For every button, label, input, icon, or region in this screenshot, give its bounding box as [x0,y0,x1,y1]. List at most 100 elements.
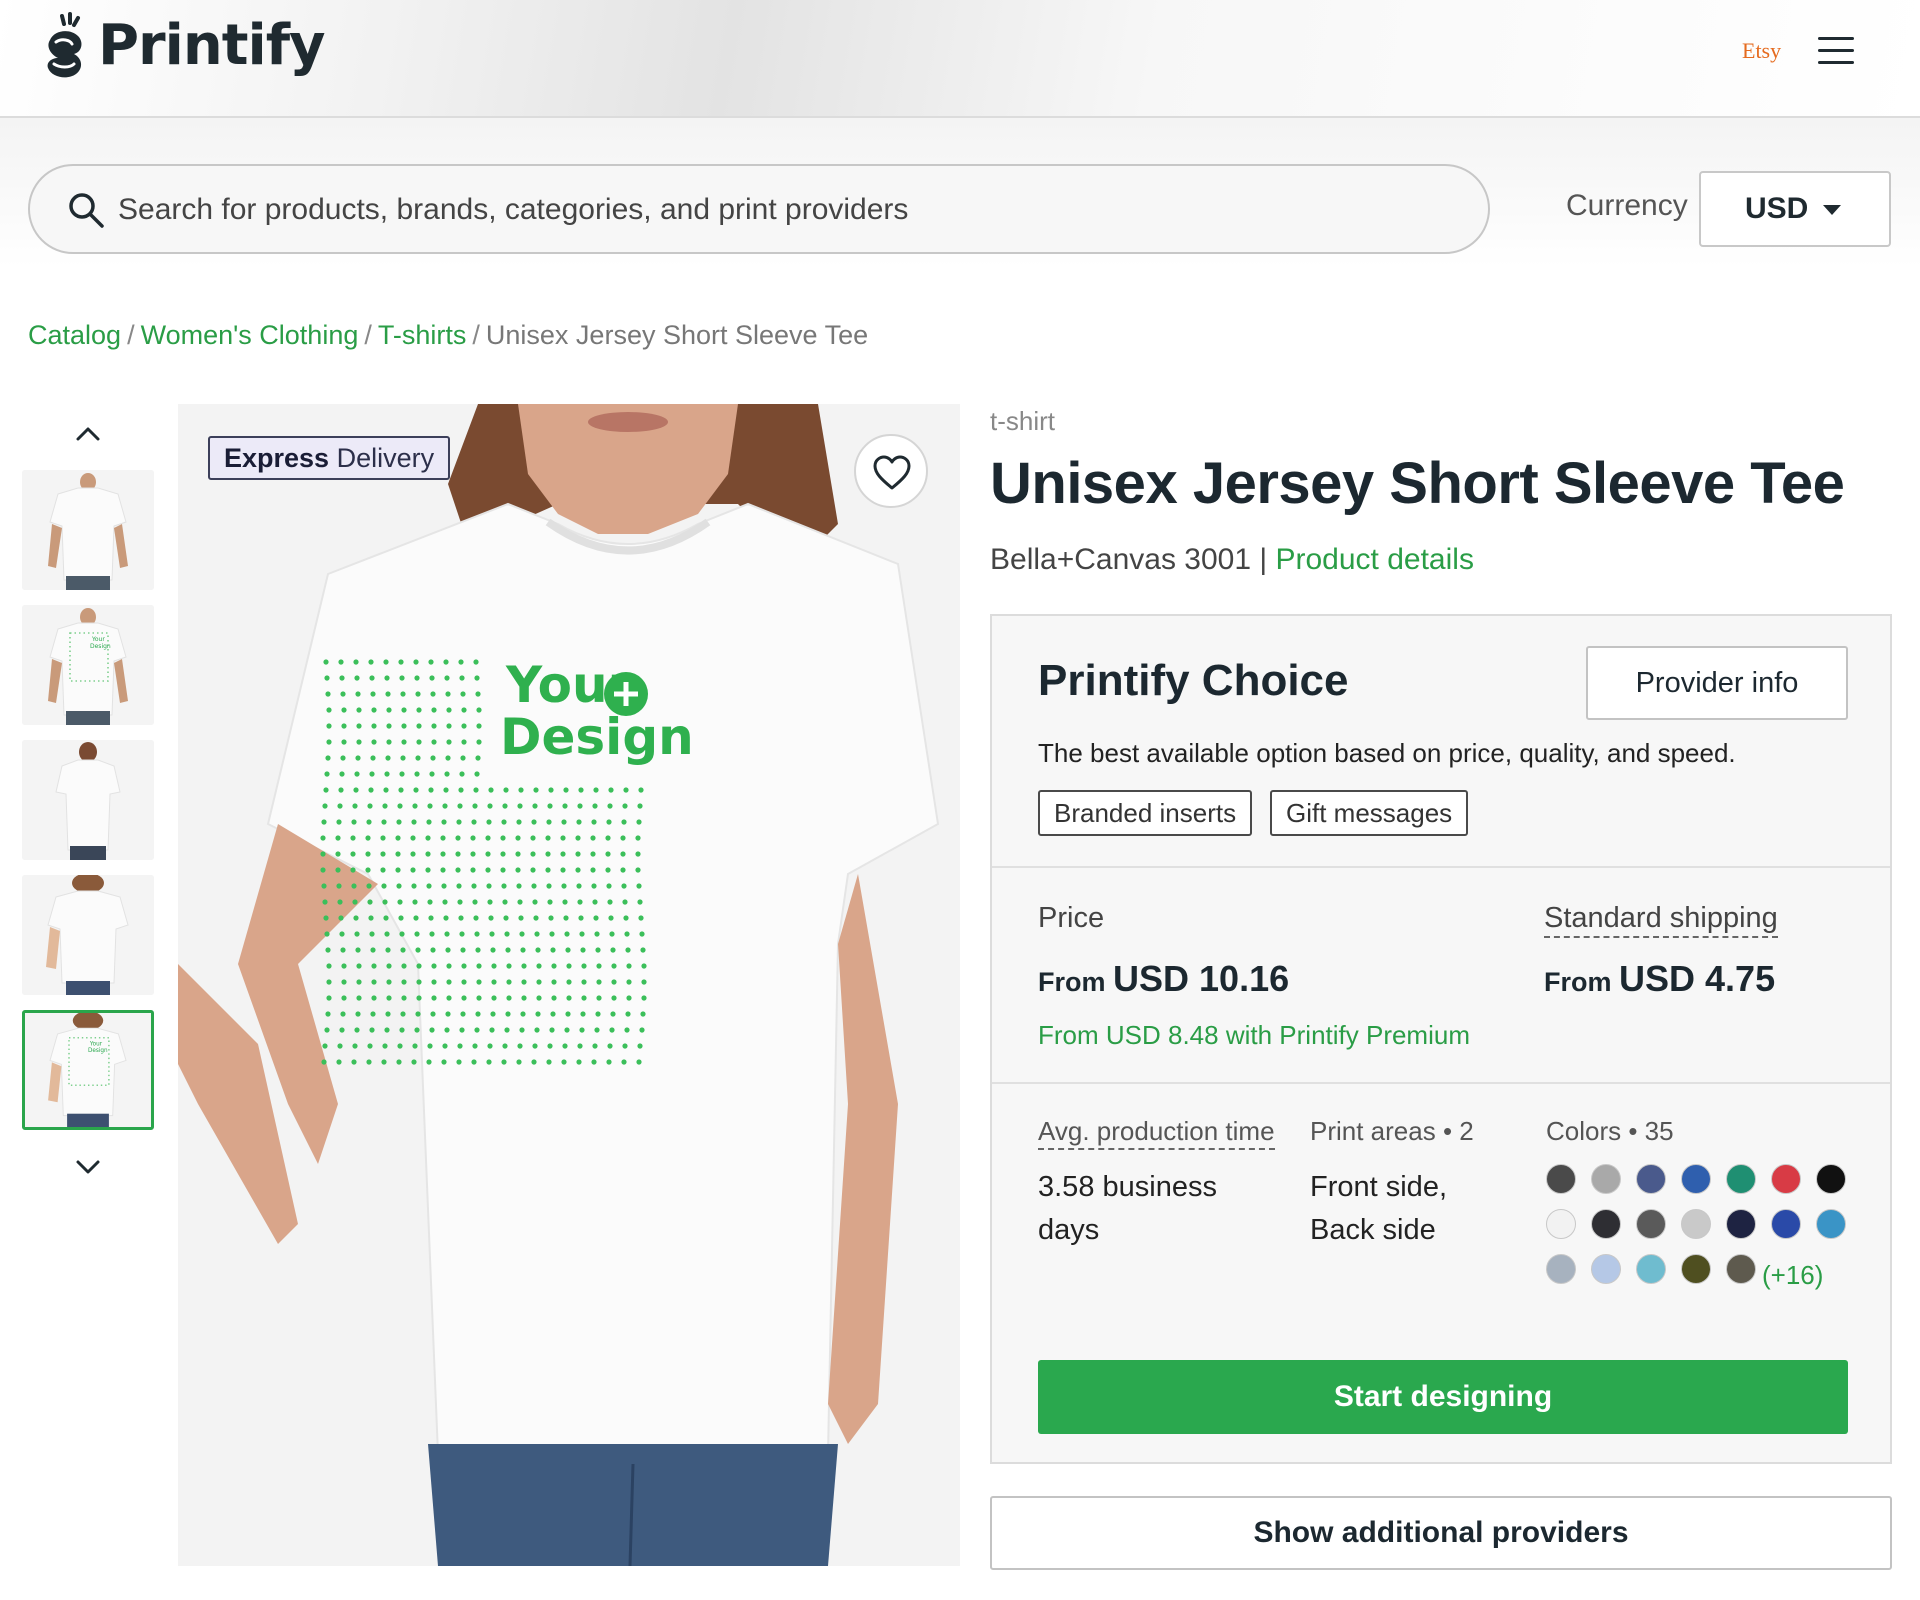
design-dot [547,899,553,905]
shipping-label[interactable]: Standard shipping [1544,902,1778,938]
thumbnail-side-model[interactable] [22,875,154,995]
color-swatch[interactable] [1546,1254,1576,1284]
design-dot [546,1059,552,1065]
design-dot [476,963,482,969]
price-value: From USD 10.16 [1038,958,1289,1000]
design-dot [429,771,435,777]
color-swatch[interactable] [1636,1164,1666,1194]
design-dot [399,675,405,681]
color-swatch[interactable] [1726,1254,1756,1284]
color-swatch[interactable] [1726,1209,1756,1239]
heart-icon [873,455,911,490]
color-swatch[interactable] [1546,1209,1576,1239]
color-swatch[interactable] [1636,1254,1666,1284]
design-dot [459,1027,465,1033]
design-dot [608,915,614,921]
design-dot [383,787,389,793]
premium-price-link[interactable]: From USD 8.48 with Printify Premium [1038,1020,1470,1051]
color-swatch[interactable] [1636,1209,1666,1239]
design-dot [398,915,404,921]
color-swatch[interactable] [1681,1209,1711,1239]
design-dot [385,1011,391,1017]
design-dot [355,755,361,761]
design-dot [354,931,360,937]
design-dot [636,883,642,889]
design-dot [458,787,464,793]
color-swatch[interactable] [1771,1164,1801,1194]
thumbnail-image [22,875,154,995]
hamburger-menu-icon[interactable] [1818,37,1856,65]
design-dot [399,931,405,937]
model-tshirt-illustration: Your Design [178,404,960,1566]
color-swatch[interactable] [1681,1164,1711,1194]
show-additional-providers-button[interactable]: Show additional providers [990,1496,1892,1570]
breadcrumb-catalog[interactable]: Catalog [28,320,121,350]
design-dot [443,659,449,665]
start-designing-button[interactable]: Start designing [1038,1360,1848,1434]
design-dot [444,675,450,681]
color-swatch[interactable] [1681,1254,1711,1284]
search-bar[interactable] [28,164,1490,254]
color-swatch[interactable] [1591,1209,1621,1239]
design-dot [370,947,376,953]
design-dot [476,723,482,729]
design-dot [531,883,537,889]
design-dot [339,675,345,681]
design-dot [461,723,467,729]
design-dot [337,899,343,905]
design-dot [531,819,537,825]
design-dot [427,1043,433,1049]
printify-logo[interactable]: Printify [40,10,326,80]
production-time-label[interactable]: Avg. production time [1038,1116,1275,1150]
design-dot [441,1059,447,1065]
color-swatch[interactable] [1771,1209,1801,1239]
design-dot [470,835,476,841]
search-input[interactable] [118,184,1458,236]
design-dot [592,803,598,809]
design-dot [340,947,346,953]
design-dot [473,787,479,793]
design-dot [443,915,449,921]
design-dot [324,771,330,777]
color-swatch[interactable] [1816,1164,1846,1194]
thumbnails-down-chevron-icon[interactable] [74,1158,102,1178]
design-dot [560,867,566,873]
design-dot [470,851,476,857]
breadcrumb-t-shirts[interactable]: T-shirts [378,320,467,350]
design-dot [396,1059,402,1065]
color-swatch[interactable] [1726,1164,1756,1194]
color-swatch[interactable] [1816,1209,1846,1239]
more-colors-link[interactable]: (+16) [1762,1260,1823,1291]
design-dot [590,835,596,841]
design-dot [322,803,328,809]
design-dot [641,995,647,1001]
thumbnail-front-design[interactable]: Your Design [22,605,154,725]
breadcrumb-womens-clothing[interactable]: Women's Clothing [141,320,359,350]
currency-select[interactable]: USD [1699,171,1891,247]
design-dot [320,851,326,857]
color-swatch[interactable] [1546,1164,1576,1194]
design-dot [575,835,581,841]
design-dot [325,947,331,953]
etsy-link[interactable]: Etsy [1742,38,1781,64]
design-dot [502,899,508,905]
thumbnail-back-model[interactable] [22,740,154,860]
design-dot [341,995,347,1001]
design-dot [371,739,377,745]
design-dot [549,1027,555,1033]
thumbnails-up-chevron-icon[interactable] [74,423,102,443]
thumbnail-side-design-selected[interactable]: Your Design [22,1010,154,1130]
color-swatch[interactable] [1591,1254,1621,1284]
favorite-button[interactable] [854,434,928,508]
design-dot [426,883,432,889]
provider-info-button[interactable]: Provider info [1586,646,1848,720]
design-dot [321,819,327,825]
design-dot [461,707,467,713]
design-dot [576,883,582,889]
color-swatch[interactable] [1591,1164,1621,1194]
design-dot [506,979,512,985]
thumbnail-image: Your Design [25,1013,151,1127]
divider [992,1082,1890,1084]
product-details-link[interactable]: Product details [1276,543,1474,576]
thumbnail-front-model[interactable] [22,470,154,590]
